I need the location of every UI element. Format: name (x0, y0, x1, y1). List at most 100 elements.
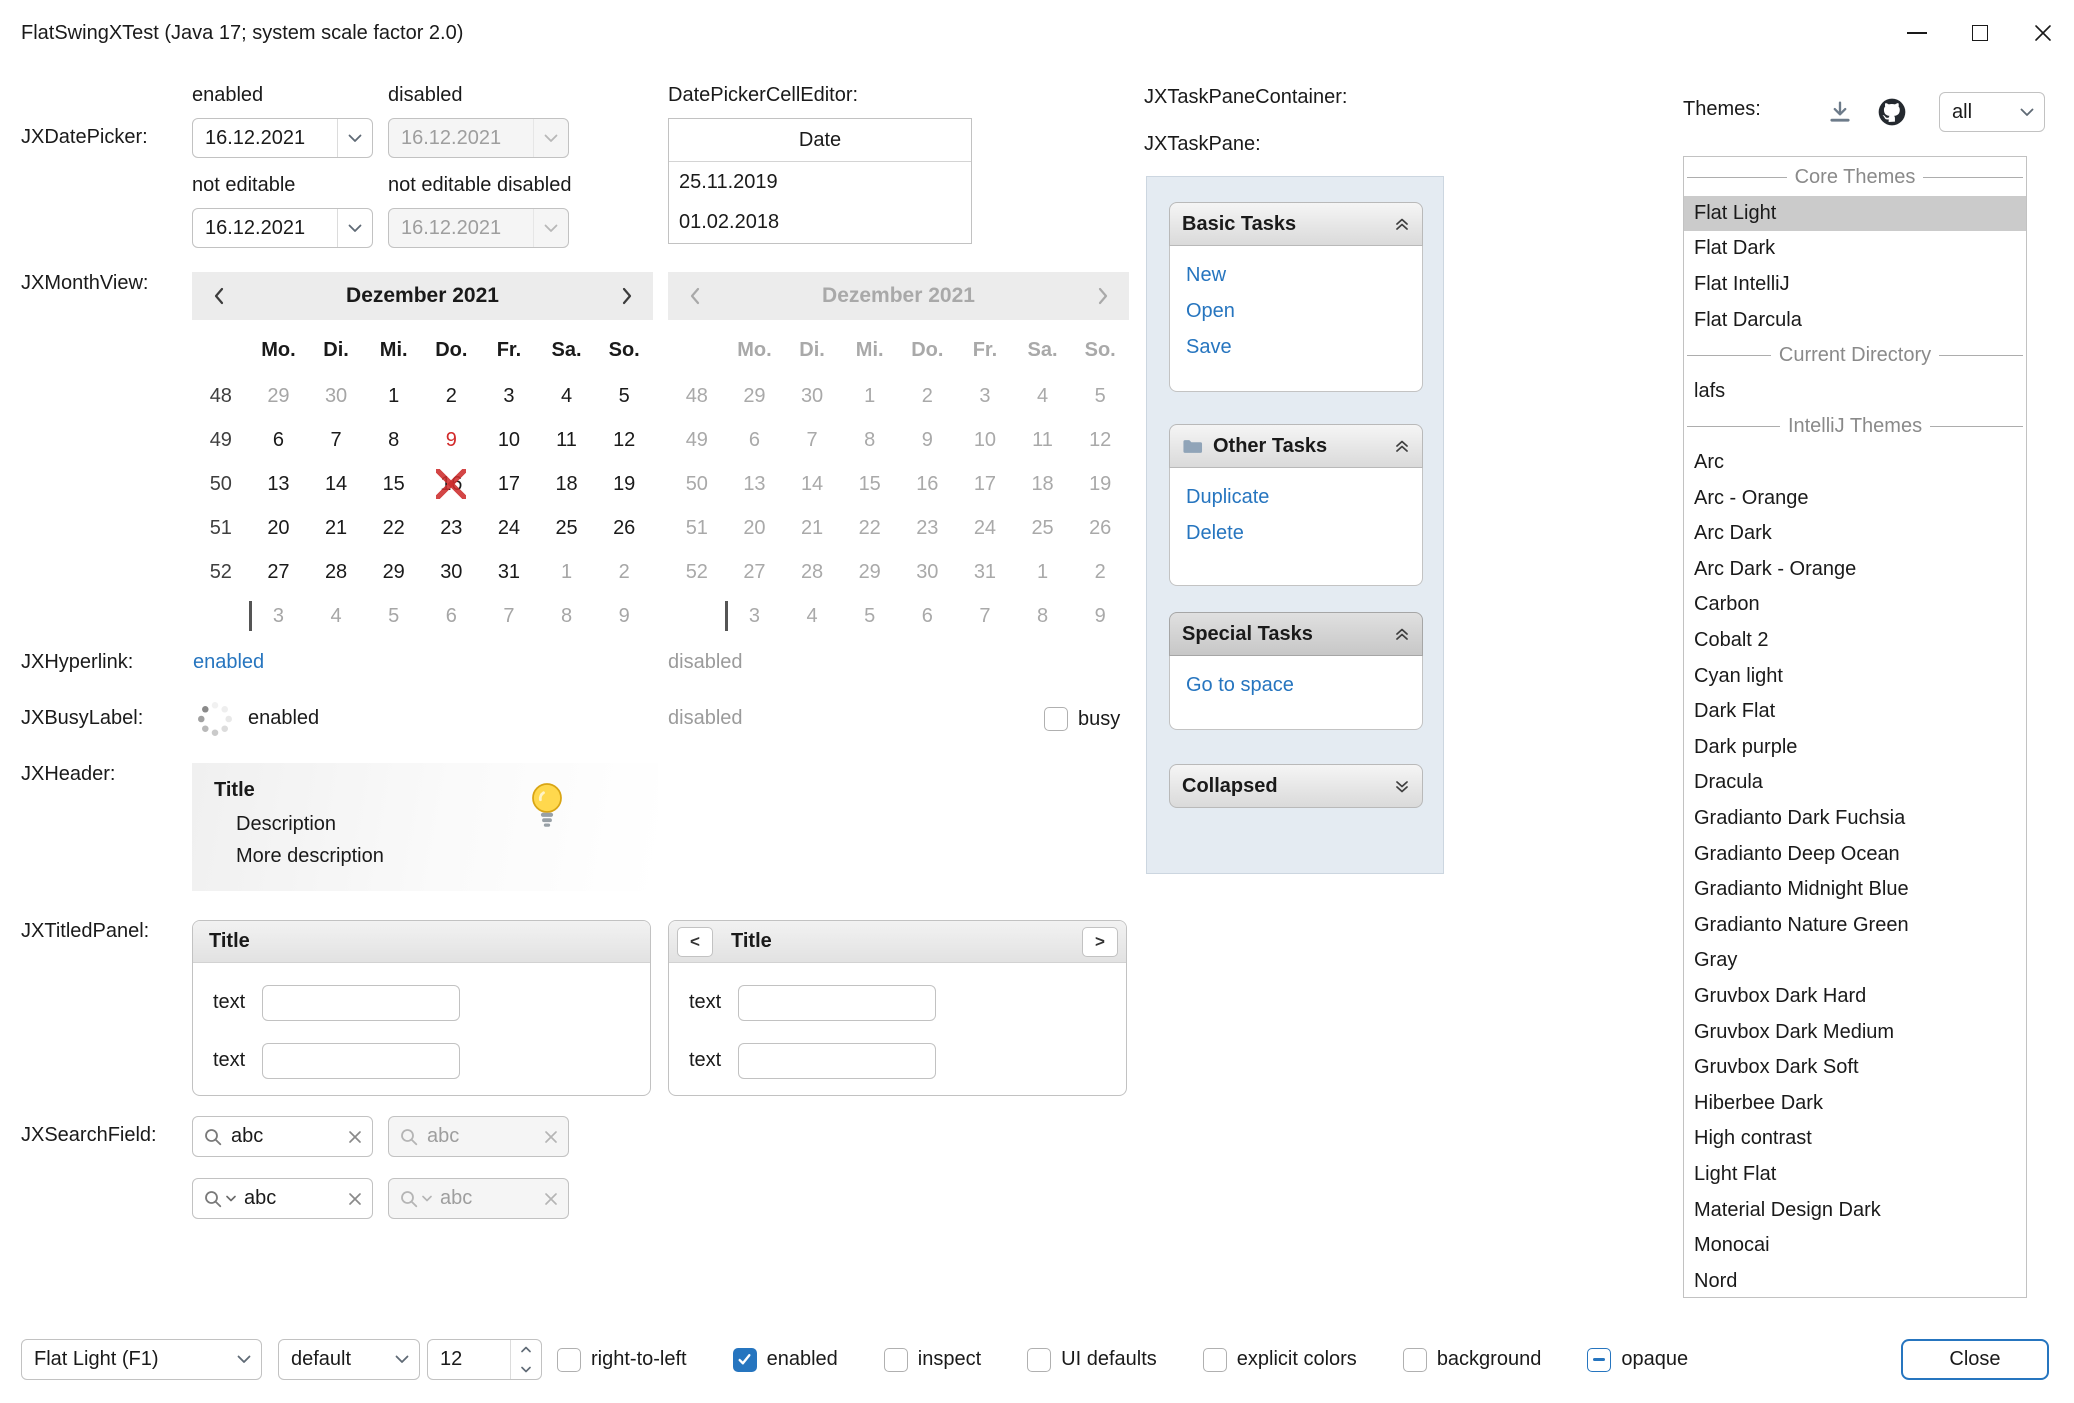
download-icon[interactable] (1826, 98, 1854, 126)
monthview-day[interactable]: 27 (250, 550, 308, 594)
theme-item-arc[interactable]: Arc (1684, 445, 2026, 481)
monthview-day[interactable]: 1 (365, 374, 423, 418)
checkbox-explicit-colors[interactable]: explicit colors (1203, 1348, 1357, 1372)
monthview-day[interactable]: 4 (307, 594, 365, 638)
monthview-day[interactable]: 24 (480, 506, 538, 550)
theme-item-light-flat[interactable]: Light Flat (1684, 1157, 2026, 1193)
monthview-day[interactable]: 29 (250, 374, 308, 418)
taskpane-link-open[interactable]: Open (1186, 293, 1406, 329)
theme-item-cobalt-2[interactable]: Cobalt 2 (1684, 623, 2026, 659)
clear-icon[interactable] (348, 1130, 362, 1144)
monthview-day[interactable]: 4 (538, 374, 596, 418)
close-button[interactable]: Close (1901, 1339, 2049, 1380)
font-size-spinner[interactable]: 12 (427, 1339, 542, 1380)
monthview-day[interactable]: 15 (365, 462, 423, 506)
monthview-day[interactable]: 12 (595, 418, 653, 462)
monthview-day[interactable]: 11 (538, 418, 596, 462)
monthview-day[interactable]: 8 (538, 594, 596, 638)
theme-item-gradianto-nature-green[interactable]: Gradianto Nature Green (1684, 907, 2026, 943)
checkbox-busy[interactable]: busy (1044, 700, 1120, 738)
theme-item-lafs[interactable]: lafs (1684, 374, 2026, 410)
taskpane-header-collapsed[interactable]: Collapsed (1169, 764, 1423, 808)
monthview-day[interactable]: 18 (538, 462, 596, 506)
taskpane-link-go-to-space[interactable]: Go to space (1186, 667, 1406, 703)
spinner-up-button[interactable] (511, 1340, 541, 1360)
monthview-day[interactable]: 25 (538, 506, 596, 550)
checkbox-inspect[interactable]: inspect (884, 1348, 981, 1372)
monthview-day[interactable]: 7 (480, 594, 538, 638)
monthview-day[interactable]: 22 (365, 506, 423, 550)
taskpane-header-other-tasks[interactable]: Other Tasks (1169, 424, 1423, 468)
lookandfeel-combobox[interactable]: Flat Light (F1) (21, 1339, 262, 1380)
theme-item-gruvbox-dark-medium[interactable]: Gruvbox Dark Medium (1684, 1014, 2026, 1050)
hyperlink-enabled[interactable]: enabled (193, 651, 264, 674)
taskpane-link-delete[interactable]: Delete (1186, 515, 1406, 551)
monthview-day[interactable]: 17 (480, 462, 538, 506)
taskpane-link-duplicate[interactable]: Duplicate (1186, 479, 1406, 515)
theme-item-flat-dark[interactable]: Flat Dark (1684, 231, 2026, 267)
monthview-day[interactable]: 13 (250, 462, 308, 506)
monthview-day[interactable]: 6 (423, 594, 481, 638)
theme-item-dracula[interactable]: Dracula (1684, 765, 2026, 801)
table-row[interactable]: 01.02.2018 (669, 202, 971, 242)
taskpane-header-basic-tasks[interactable]: Basic Tasks (1169, 202, 1423, 246)
collapse-icon[interactable] (1394, 627, 1410, 642)
monthview-day[interactable]: 30 (307, 374, 365, 418)
monthview-day[interactable]: 26 (595, 506, 653, 550)
theme-item-flat-darcula[interactable]: Flat Darcula (1684, 302, 2026, 338)
prev-month-button[interactable] (192, 272, 244, 320)
theme-item-gray[interactable]: Gray (1684, 943, 2026, 979)
monthview-day[interactable]: 3 (480, 374, 538, 418)
minimize-button[interactable] (1885, 0, 1948, 66)
monthview-day[interactable]: 16 (423, 462, 481, 506)
theme-item-gradianto-midnight-blue[interactable]: Gradianto Midnight Blue (1684, 872, 2026, 908)
monthview-day[interactable]: 19 (595, 462, 653, 506)
checkbox-opaque[interactable]: opaque (1587, 1348, 1688, 1372)
datepicker-dropdown-button[interactable] (337, 119, 372, 157)
text-input[interactable] (262, 1043, 460, 1079)
clear-icon[interactable] (348, 1192, 362, 1206)
chevron-down-icon[interactable] (226, 1195, 236, 1202)
theme-item-carbon[interactable]: Carbon (1684, 587, 2026, 623)
checkbox-ui-defaults[interactable]: UI defaults (1027, 1348, 1157, 1372)
theme-item-flat-intellij[interactable]: Flat IntelliJ (1684, 267, 2026, 303)
titledpanel-prev-button[interactable]: < (677, 927, 713, 957)
themes-filter-combobox[interactable]: all (1939, 92, 2045, 132)
monthview-day[interactable]: 14 (307, 462, 365, 506)
monthview-day[interactable]: 2 (423, 374, 481, 418)
table-row[interactable]: 25.11.2019 (669, 162, 971, 202)
maximize-button[interactable] (1948, 0, 2011, 66)
theme-item-arc-dark-orange[interactable]: Arc Dark - Orange (1684, 552, 2026, 588)
monthview-day[interactable]: 7 (307, 418, 365, 462)
theme-item-cyan-light[interactable]: Cyan light (1684, 658, 2026, 694)
collapse-icon[interactable] (1394, 217, 1410, 232)
theme-item-monocai[interactable]: Monocai (1684, 1228, 2026, 1264)
theme-item-nord[interactable]: Nord (1684, 1263, 2026, 1298)
github-icon[interactable] (1876, 96, 1908, 128)
titledpanel-next-button[interactable]: > (1082, 927, 1118, 957)
monthview-day[interactable]: 10 (480, 418, 538, 462)
datepicker-dropdown-button[interactable] (337, 209, 372, 247)
monthview-day[interactable]: 20 (250, 506, 308, 550)
monthview-day[interactable]: 28 (307, 550, 365, 594)
collapse-icon[interactable] (1394, 439, 1410, 454)
theme-item-arc-orange[interactable]: Arc - Orange (1684, 480, 2026, 516)
monthview-day[interactable]: 1 (538, 550, 596, 594)
monthview-day[interactable]: 6 (250, 418, 308, 462)
text-input[interactable] (738, 1043, 936, 1079)
monthview-day[interactable]: 9 (595, 594, 653, 638)
datepicker-not-editable[interactable]: 16.12.2021 (192, 208, 373, 248)
checkbox-right-to-left[interactable]: right-to-left (557, 1348, 687, 1372)
taskpane-header-special-tasks[interactable]: Special Tasks (1169, 612, 1423, 656)
monthview-day[interactable]: 3 (250, 594, 308, 638)
monthview-day[interactable]: 8 (365, 418, 423, 462)
next-month-button[interactable] (601, 272, 653, 320)
text-input[interactable] (262, 985, 460, 1021)
theme-item-high-contrast[interactable]: High contrast (1684, 1121, 2026, 1157)
expand-icon[interactable] (1394, 779, 1410, 794)
theme-item-hiberbee-dark[interactable]: Hiberbee Dark (1684, 1085, 2026, 1121)
searchfield-enabled[interactable]: abc (192, 1116, 373, 1157)
theme-item-dark-purple[interactable]: Dark purple (1684, 730, 2026, 766)
monthview-day[interactable]: 9 (423, 418, 481, 462)
theme-item-flat-light[interactable]: Flat Light (1684, 196, 2026, 232)
